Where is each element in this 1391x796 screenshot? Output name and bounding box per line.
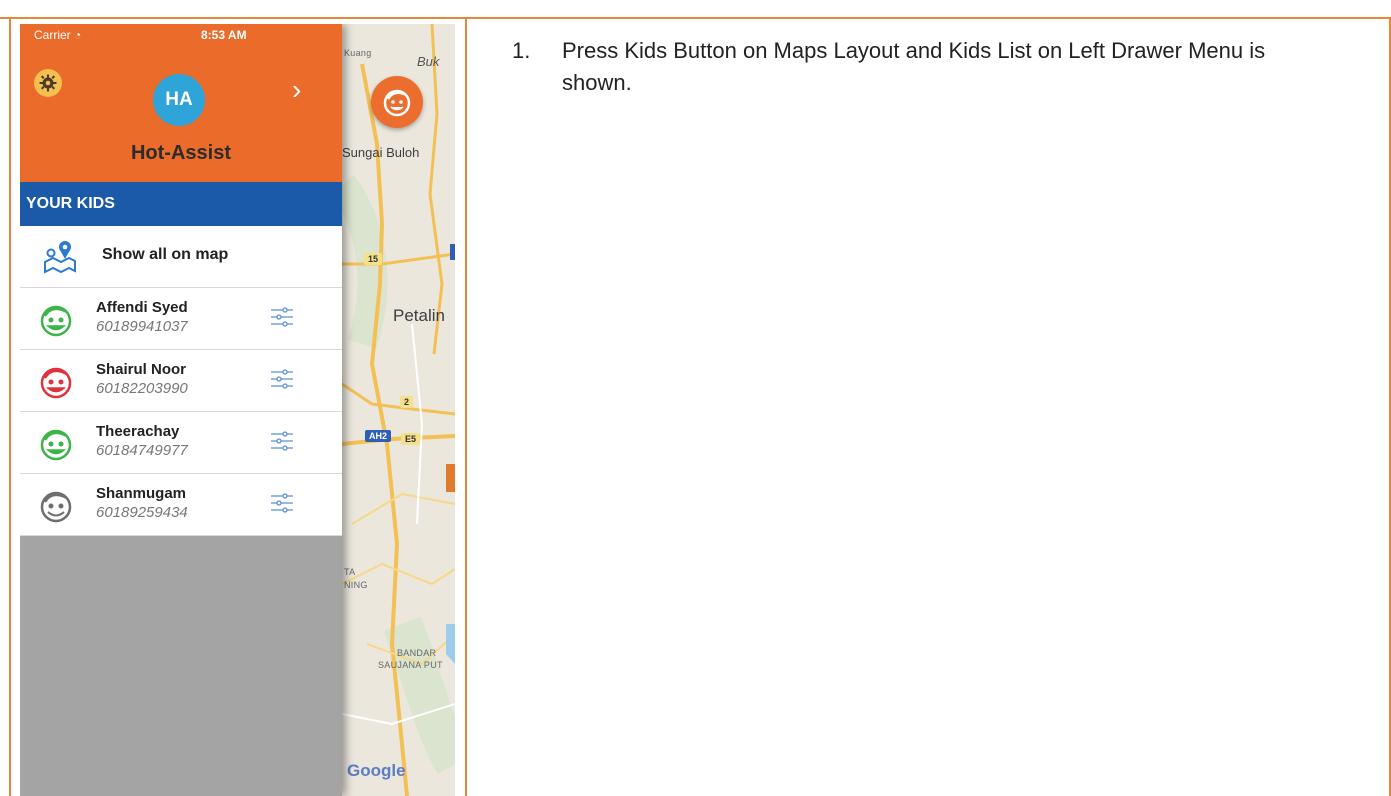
table-border-left <box>9 17 11 796</box>
section-title: YOUR KIDS <box>20 182 342 226</box>
kid-list-item[interactable]: Shanmugam 60189259434 <box>20 474 342 536</box>
kid-list-item[interactable]: Theerachay 60184749977 <box>20 412 342 474</box>
status-carrier: Carrier ◔ <box>34 28 82 42</box>
kid-phone: 60182203990 <box>96 380 188 397</box>
kid-phone: 60189259434 <box>96 504 188 521</box>
map-label-bandar: BANDAR <box>397 648 437 658</box>
map-label-kota: TA <box>344 567 356 577</box>
kid-face-icon <box>383 89 411 117</box>
wifi-icon: ◔ <box>74 28 82 42</box>
map-roads <box>342 24 455 796</box>
kid-phone: 60184749977 <box>96 442 188 459</box>
map-pin-icon <box>44 241 76 274</box>
kid-face-icon <box>40 429 72 461</box>
map-label-kuang: Kuang <box>344 48 372 58</box>
profile-name: Hot-Assist <box>130 142 231 164</box>
table-border-top <box>0 17 1391 19</box>
show-all-on-map-item[interactable]: Show all on map <box>20 226 342 288</box>
kid-face-icon <box>40 491 72 523</box>
avatar[interactable]: HA <box>153 74 205 126</box>
settings-button[interactable] <box>34 69 62 97</box>
table-border-middle <box>465 17 467 796</box>
google-logo: Google <box>347 761 406 780</box>
kid-name: Theerachay <box>96 423 180 440</box>
road-badge-15: 15 <box>364 253 383 265</box>
settings-sliders-icon[interactable] <box>270 430 294 452</box>
show-all-label: Show all on map <box>102 246 229 263</box>
chevron-right-icon[interactable]: › <box>292 74 301 106</box>
kid-name: Affendi Syed <box>96 299 188 316</box>
map-label-saujana: SAUJANA PUT <box>378 660 443 670</box>
kid-name: Shanmugam <box>96 485 187 502</box>
map-view[interactable]: Kuang Buk Sungai Buloh 15 Petalin 2 AH2 … <box>342 24 455 796</box>
phone-screenshot: Kuang Buk Sungai Buloh 15 Petalin 2 AH2 … <box>20 24 455 796</box>
map-label-buk: Buk <box>417 54 440 69</box>
left-drawer-menu: Carrier ◔ 8:53 AM HA › Hot-Assist YOUR K… <box>20 24 342 796</box>
road-badge-ah2: AH2 <box>365 430 392 442</box>
settings-sliders-icon[interactable] <box>270 492 294 514</box>
map-label-sungai-buloh: Sungai Buloh <box>342 145 420 160</box>
settings-sliders-icon[interactable] <box>270 306 294 328</box>
kids-list: Show all on map Affendi Syed 60189941037 <box>20 226 342 536</box>
kid-list-item[interactable]: Shairul Noor 60182203990 <box>20 350 342 412</box>
step-number: 1. <box>512 38 531 63</box>
status-time: 8:53 AM <box>201 28 247 42</box>
kid-phone: 60189941037 <box>96 318 188 335</box>
settings-sliders-icon[interactable] <box>270 368 294 390</box>
kid-face-icon <box>40 305 72 337</box>
step-text: Press Kids Button on Maps Layout and Kid… <box>562 38 1266 95</box>
kid-name: Shairul Noor <box>96 361 187 378</box>
gear-icon <box>39 74 57 92</box>
road-badge-e5: E5 <box>401 433 421 445</box>
kids-button[interactable] <box>371 76 423 128</box>
kid-list-item[interactable]: Affendi Syed 60189941037 <box>20 288 342 350</box>
map-label-damansara: NING <box>344 580 368 590</box>
kid-face-icon <box>40 367 72 399</box>
drawer-header: Carrier ◔ 8:53 AM HA › Hot-Assist <box>20 24 342 182</box>
road-badge-2: 2 <box>400 396 414 408</box>
map-label-petaling: Petalin <box>393 306 445 325</box>
